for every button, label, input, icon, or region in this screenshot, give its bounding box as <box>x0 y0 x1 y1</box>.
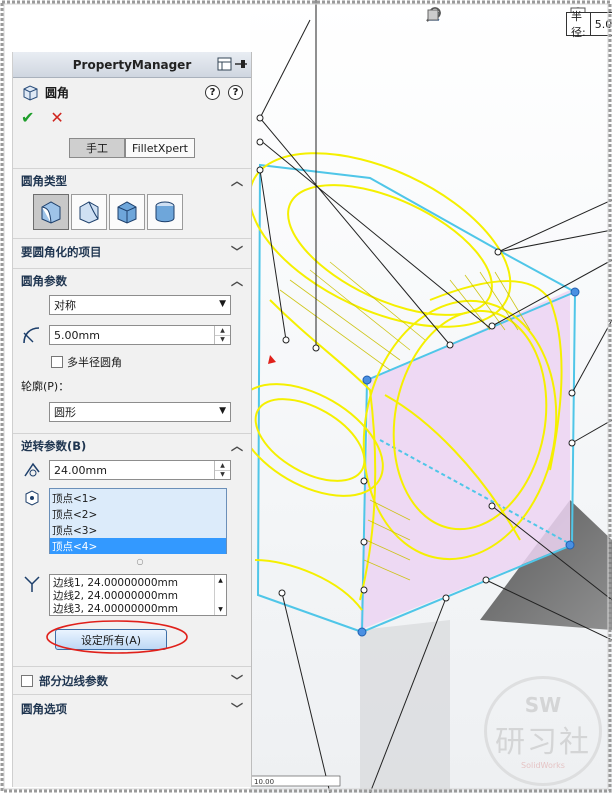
graphics-viewport[interactable]: 10.00 半径: 5.00000000mm <box>250 0 612 793</box>
section-fillet-options-title: 圆角选项 <box>21 701 67 716</box>
previous-view-icon[interactable] <box>427 6 524 24</box>
multi-radius-checkbox[interactable] <box>51 356 63 368</box>
constant-size-fillet-icon <box>41 201 61 224</box>
symmetry-select[interactable]: 对称 ▼ <box>49 295 231 315</box>
annotation-circle <box>46 620 188 654</box>
chevron-down-icon[interactable]: ﹀ <box>231 700 243 717</box>
chevron-up-icon[interactable]: ︿ <box>231 172 243 189</box>
section-partial-edge-header[interactable]: 部分边线参数 ﹀ <box>13 666 251 694</box>
whats-wrong-help-icon[interactable]: ? <box>205 84 220 100</box>
setback-edges-row: 边线1, 24.00000000mm 边线2, 24.00000000mm 边线… <box>13 571 251 619</box>
setback-edges-icon <box>24 576 40 592</box>
cancel-x-icon[interactable]: ✕ <box>50 108 63 127</box>
watermark-sw: SW <box>524 692 562 717</box>
multi-radius-label: 多半径圆角 <box>67 356 122 369</box>
list-item[interactable]: 边线3, 24.00000000mm <box>50 602 226 615</box>
section-view-icon[interactable] <box>427 6 550 24</box>
section-setback-header[interactable]: 逆转参数(B) ︿ <box>13 433 251 457</box>
chevron-down-icon[interactable]: ﹀ <box>231 243 243 260</box>
list-item-selected[interactable]: 顶点<4> <box>50 538 226 554</box>
pm-header: PropertyManager <box>13 52 251 78</box>
pm-title: PropertyManager <box>72 57 192 72</box>
face-fillet-button[interactable] <box>109 194 145 230</box>
section-setback-title: 逆转参数(B) <box>21 438 87 453</box>
radius-spinner[interactable]: ▲ ▼ <box>214 326 230 344</box>
vertex-list[interactable]: 顶点<1> 顶点<2> 顶点<3> 顶点<4> <box>49 488 227 554</box>
tab-filletxpert[interactable]: FilletXpert <box>125 138 195 158</box>
section-items-title: 要圆角化的项目 <box>21 244 102 259</box>
property-manager: PropertyManager 圆角 ? ? ✔ ✕ 手工 FilletXper… <box>12 52 252 787</box>
radius-icon <box>23 327 40 344</box>
section-partial-edge-title: 部分边线参数 <box>39 673 108 688</box>
dropdown-arrow-icon: ▼ <box>219 299 226 309</box>
radius-callout-value[interactable]: 5.00000000mm <box>589 13 612 35</box>
edge-list[interactable]: 边线1, 24.00000000mm 边线2, 24.00000000mm 边线… <box>49 574 227 616</box>
multi-radius-row: 多半径圆角 <box>13 352 251 372</box>
partial-edge-checkbox[interactable] <box>21 674 33 687</box>
resize-handle-icon[interactable]: ○ <box>13 557 251 571</box>
pm-header-controls <box>217 57 247 71</box>
radius-value: 5.00mm <box>54 328 100 342</box>
ok-cancel-row: ✔ ✕ <box>13 106 251 128</box>
setback-vertices-icon <box>25 490 39 506</box>
full-round-fillet-icon <box>155 201 175 223</box>
radius-callout-label: 半径: <box>571 10 586 39</box>
setback-spinner[interactable]: ▲ ▼ <box>214 461 230 479</box>
help-icon[interactable]: ? <box>228 84 243 100</box>
ok-check-icon[interactable]: ✔ <box>21 108 34 127</box>
variable-size-fillet-icon <box>79 201 99 224</box>
bottom-dims-text: 10.00 <box>254 778 274 786</box>
model-preview: 10.00 <box>250 0 612 793</box>
radius-callout[interactable]: 半径: 5.00000000mm <box>566 10 612 39</box>
section-fillet-type-title: 圆角类型 <box>21 173 67 188</box>
list-item[interactable]: 顶点<2> <box>50 506 226 522</box>
symmetry-row: 对称 ▼ <box>13 292 251 318</box>
setback-distance-icon <box>24 462 40 477</box>
dropdown-arrow-icon: ▼ <box>219 406 226 416</box>
feature-title-row: 圆角 ? ? <box>13 78 251 106</box>
feature-name: 圆角 <box>45 85 70 100</box>
full-round-fillet-button[interactable] <box>147 194 183 230</box>
radius-row: 5.00mm ▲ ▼ <box>13 322 251 348</box>
zoom-to-fit-icon[interactable] <box>426 6 472 24</box>
section-fillet-type-header[interactable]: 圆角类型 ︿ <box>13 168 251 192</box>
selection-markers <box>268 355 276 364</box>
help-buttons: ? ? <box>205 84 243 100</box>
fillet-type-buttons <box>13 192 251 238</box>
section-fillet-options-header[interactable]: 圆角选项 ﹀ <box>13 694 251 722</box>
watermark-seal: SW 研习社 SolidWorks <box>484 676 602 786</box>
zoom-area-icon[interactable] <box>426 6 498 24</box>
profile-row: 圆形 ▼ <box>13 396 251 425</box>
symmetry-value: 对称 <box>54 299 76 312</box>
radius-input[interactable]: 5.00mm ▲ ▼ <box>49 325 231 345</box>
tab-manual[interactable]: 手工 <box>69 138 126 158</box>
profile-select[interactable]: 圆形 ▼ <box>49 402 231 422</box>
chevron-up-icon[interactable]: ︿ <box>231 272 243 289</box>
setback-distance-value: 24.00mm <box>54 463 107 477</box>
list-item[interactable]: 顶点<3> <box>50 522 226 538</box>
mode-tabs: 手工 FilletXpert <box>13 138 251 158</box>
setback-distance-input[interactable]: 24.00mm ▲ ▼ <box>49 460 231 480</box>
edge-list-scrollbar[interactable]: ▲ ▼ <box>214 575 226 615</box>
watermark-cn: 研习社 <box>495 724 591 760</box>
pm-layout-icon[interactable] <box>217 57 233 71</box>
watermark-sub: SolidWorks <box>521 760 565 770</box>
list-item[interactable]: 顶点<1> <box>50 490 226 506</box>
variable-size-fillet-button[interactable] <box>71 194 107 230</box>
profile-value: 圆形 <box>54 406 76 419</box>
constant-size-fillet-button[interactable] <box>33 194 69 230</box>
section-items-header[interactable]: 要圆角化的项目 ﹀ <box>13 238 251 264</box>
chevron-down-icon[interactable]: ﹀ <box>231 672 243 689</box>
chevron-up-icon[interactable]: ︿ <box>231 437 243 454</box>
fillet-feature-icon <box>23 85 38 101</box>
heads-up-toolbar <box>426 6 550 24</box>
face-fillet-icon <box>117 201 137 224</box>
setback-distance-row: 24.00mm ▲ ▼ <box>13 457 251 483</box>
profile-label: 轮廓(P)： <box>21 380 70 393</box>
section-fillet-params-header[interactable]: 圆角参数 ︿ <box>13 268 251 292</box>
pin-icon[interactable] <box>235 57 247 71</box>
section-fillet-params-title: 圆角参数 <box>21 273 67 288</box>
setback-vertices-row: 顶点<1> 顶点<2> 顶点<3> 顶点<4> <box>13 485 251 557</box>
